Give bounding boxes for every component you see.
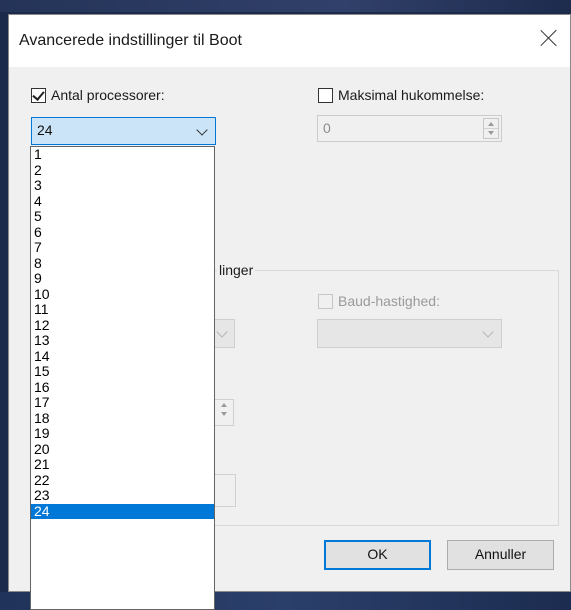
arrow-down-icon (221, 412, 227, 416)
dialog-title: Avancerede indstillinger til Boot (19, 32, 242, 49)
processors-option[interactable]: 6 (31, 224, 214, 241)
processors-combobox[interactable]: 24 (31, 117, 216, 145)
processors-option[interactable]: 18 (31, 410, 214, 427)
processors-option[interactable]: 15 (31, 363, 214, 380)
processors-option[interactable]: 16 (31, 379, 214, 396)
max-memory-spinner[interactable] (483, 118, 499, 139)
max-memory-input[interactable]: 0 (317, 115, 502, 142)
processors-option[interactable]: 5 (31, 208, 214, 225)
arrow-up-icon (221, 403, 227, 407)
processors-option[interactable]: 3 (31, 177, 214, 194)
processors-checkbox[interactable] (31, 88, 46, 103)
baud-rate-label: Baud-hastighed: (338, 293, 440, 309)
processors-option[interactable]: 4 (31, 193, 214, 210)
processors-option[interactable]: 7 (31, 239, 214, 256)
processors-option[interactable]: 11 (31, 301, 214, 318)
chevron-down-icon (196, 124, 208, 136)
processors-option[interactable]: 24 (31, 503, 214, 519)
processors-option[interactable]: 21 (31, 456, 214, 473)
usb-target-input[interactable] (214, 474, 236, 507)
processors-option[interactable]: 14 (31, 348, 214, 365)
processors-option[interactable]: 2 (31, 162, 214, 179)
arrow-up-icon (488, 122, 494, 126)
max-memory-checkbox[interactable] (318, 88, 333, 103)
debug-settings-group-title: linger (217, 262, 256, 278)
chevron-down-icon (216, 326, 228, 338)
processors-option[interactable]: 1 (31, 147, 214, 163)
max-memory-value: 0 (323, 120, 331, 136)
baud-rate-checkbox[interactable] (318, 294, 333, 309)
cancel-button[interactable]: Annuller (447, 540, 554, 570)
processors-option[interactable]: 9 (31, 270, 214, 287)
ok-button[interactable]: OK (324, 540, 431, 570)
chevron-down-icon (482, 326, 494, 338)
processors-option[interactable]: 13 (31, 332, 214, 349)
arrow-down-icon (488, 131, 494, 135)
title-bar: Avancerede indstillinger til Boot (9, 15, 570, 67)
close-icon[interactable] (538, 27, 560, 49)
processors-option[interactable]: 22 (31, 472, 214, 489)
processors-option[interactable]: 17 (31, 394, 214, 411)
baud-rate-combobox[interactable] (317, 319, 502, 348)
processors-option[interactable]: 20 (31, 441, 214, 458)
processors-dropdown-list[interactable]: 1 2 3 4 5 6 7 8 9 10 11 12 13 14 15 16 17 18 19 20 21 22 23 24 (30, 146, 215, 610)
max-memory-label: Maksimal hukommelse: (338, 87, 485, 103)
processors-option[interactable]: 19 (31, 425, 214, 442)
processors-label: Antal processorer: (51, 87, 165, 103)
desktop-background-top (0, 0, 571, 12)
channel-spinner[interactable] (214, 399, 234, 426)
processors-option[interactable]: 8 (31, 255, 214, 272)
processors-option[interactable]: 23 (31, 487, 214, 504)
processors-option[interactable]: 12 (31, 317, 214, 334)
spinner-divider (484, 128, 498, 129)
processors-option[interactable]: 10 (31, 286, 214, 303)
processors-value: 24 (37, 122, 53, 138)
